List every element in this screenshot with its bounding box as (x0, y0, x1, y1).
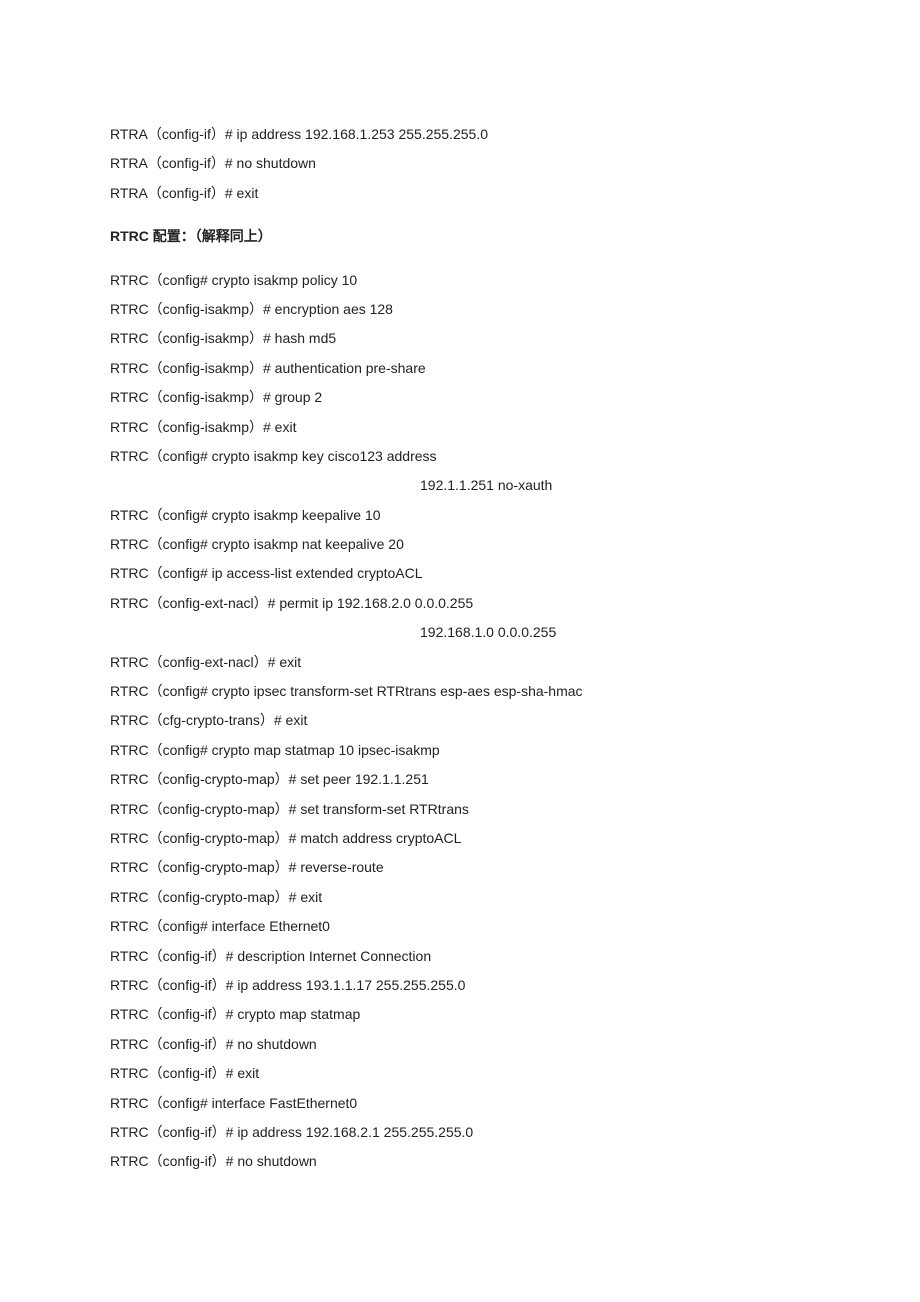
config-line: RTRC（config-crypto-map）# match address c… (110, 824, 810, 853)
document-page: RTRA（config-if）# ip address 192.168.1.25… (0, 0, 920, 1277)
config-line: RTRC（config-isakmp）# hash md5 (110, 324, 810, 353)
config-line: RTRC（config-if）# ip address 193.1.1.17 2… (110, 971, 810, 1000)
config-line: RTRC（config# crypto isakmp nat keepalive… (110, 530, 810, 559)
config-line: RTRC（config-isakmp）# group 2 (110, 383, 810, 412)
config-line: RTRC（config-if）# crypto map statmap (110, 1000, 810, 1029)
blank-line (110, 208, 810, 222)
config-line: 192.1.1.251 no-xauth (110, 471, 810, 500)
config-line: RTRC（config# interface FastEthernet0 (110, 1089, 810, 1118)
config-line: RTRC（cfg-crypto-trans）# exit (110, 706, 810, 735)
config-line: RTRC（config-crypto-map）# set peer 192.1.… (110, 765, 810, 794)
config-line: 192.168.1.0 0.0.0.255 (110, 618, 810, 647)
section-heading: RTRC 配置：（解释同上） (110, 222, 810, 251)
config-line: RTRC（config-crypto-map）# exit (110, 883, 810, 912)
config-line: RTRC（config-if）# ip address 192.168.2.1 … (110, 1118, 810, 1147)
config-line: RTRC（config-ext-nacl）# permit ip 192.168… (110, 589, 810, 618)
config-line: RTRC（config# crypto ipsec transform-set … (110, 677, 810, 706)
config-line: RTRC（config-crypto-map）# set transform-s… (110, 795, 810, 824)
config-line: RTRC（config-isakmp）# exit (110, 413, 810, 442)
config-line: RTRC（config# crypto isakmp keepalive 10 (110, 501, 810, 530)
config-line: RTRC（config-if）# exit (110, 1059, 810, 1088)
config-line: RTRC（config-crypto-map）# reverse-route (110, 853, 810, 882)
config-line: RTRC（config-if）# no shutdown (110, 1030, 810, 1059)
config-line: RTRC（config# crypto isakmp policy 10 (110, 266, 810, 295)
config-line: RTRC（config# ip access-list extended cry… (110, 559, 810, 588)
config-line: RTRC（config-if）# description Internet Co… (110, 942, 810, 971)
config-line: RTRA（config-if）# exit (110, 179, 810, 208)
config-line: RTRC（config# interface Ethernet0 (110, 912, 810, 941)
config-line: RTRC（config-isakmp）# encryption aes 128 (110, 295, 810, 324)
blank-line (110, 252, 810, 266)
config-line: RTRC（config# crypto isakmp key cisco123 … (110, 442, 810, 471)
config-line: RTRC（config-if）# no shutdown (110, 1147, 810, 1176)
config-line: RTRC（config-ext-nacl）# exit (110, 648, 810, 677)
config-line: RTRA（config-if）# no shutdown (110, 149, 810, 178)
config-line: RTRA（config-if）# ip address 192.168.1.25… (110, 120, 810, 149)
config-line: RTRC（config# crypto map statmap 10 ipsec… (110, 736, 810, 765)
config-line: RTRC（config-isakmp）# authentication pre-… (110, 354, 810, 383)
